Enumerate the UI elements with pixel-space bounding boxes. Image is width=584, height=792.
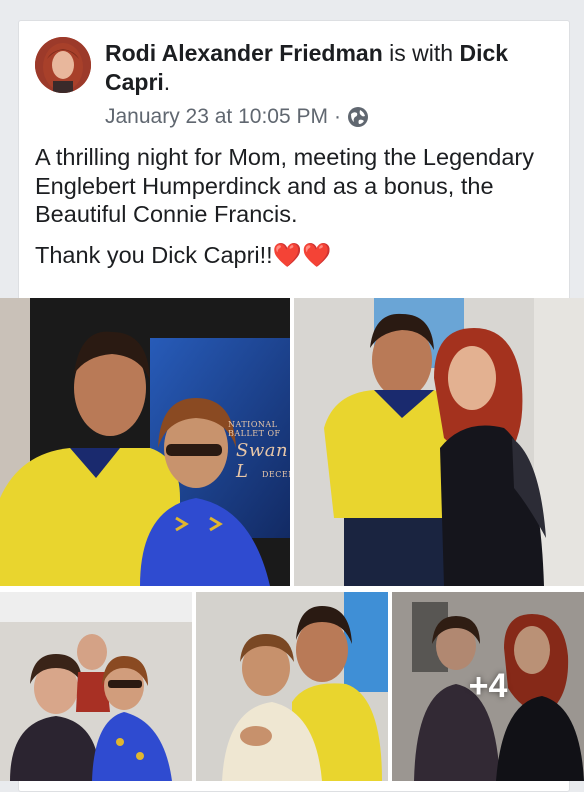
sign-text-3: DECEM bbox=[262, 470, 290, 479]
photo-2-image bbox=[294, 298, 584, 586]
post-timestamp[interactable]: January 23 at 10:05 PM bbox=[105, 105, 328, 129]
globe-icon[interactable] bbox=[347, 106, 369, 128]
photo-2[interactable] bbox=[294, 298, 584, 586]
photo-3[interactable] bbox=[0, 592, 192, 781]
photo-3-image bbox=[0, 592, 192, 781]
more-photos-overlay[interactable]: +4 bbox=[392, 592, 584, 781]
author-avatar[interactable] bbox=[35, 37, 91, 93]
with-text: is with bbox=[382, 40, 460, 66]
post-text-thanks: Thank you Dick Capri!! bbox=[35, 241, 273, 268]
post-text-paragraph-1: A thrilling night for Mom, meeting the L… bbox=[35, 144, 534, 227]
hearts-emoji: ❤️❤️ bbox=[272, 241, 332, 268]
sign-text-1: NATIONAL BALLET OF bbox=[228, 420, 281, 438]
author-name-link[interactable]: Rodi Alexander Friedman bbox=[105, 40, 383, 66]
photo-grid: NATIONAL BALLET OF Swan L DECEM bbox=[0, 298, 584, 781]
post-body: A thrilling night for Mom, meeting the L… bbox=[35, 143, 555, 281]
post-header: Rodi Alexander Friedman is with Dick Cap… bbox=[105, 39, 545, 97]
photo-4-image bbox=[196, 592, 388, 781]
avatar-image bbox=[35, 37, 91, 93]
post-text-paragraph-2: Thank you Dick Capri!!❤️❤️ bbox=[35, 241, 555, 270]
tagged-suffix: . bbox=[163, 69, 171, 95]
meta-separator: · bbox=[333, 105, 341, 128]
post-meta: January 23 at 10:05 PM · bbox=[105, 105, 369, 129]
more-photos-count: +4 bbox=[468, 667, 508, 705]
photo-1[interactable]: NATIONAL BALLET OF Swan L DECEM bbox=[0, 298, 290, 586]
photo-4[interactable] bbox=[196, 592, 388, 781]
photo-5-more[interactable]: +4 bbox=[392, 592, 584, 781]
